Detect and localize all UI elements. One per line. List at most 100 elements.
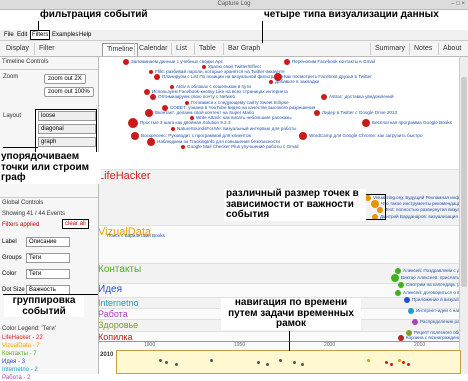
event-label[interactable]: WordCamp для Google Chrome: как загрузит… [309,133,423,138]
event-dot[interactable] [128,118,138,128]
menu-edit[interactable]: Edit [17,30,27,40]
event-dot[interactable] [150,94,156,100]
layout-option-graph[interactable]: graph [38,137,96,147]
event-dot[interactable] [145,109,153,117]
event-label[interactable]: Корзина с вознаграждением [406,335,459,340]
menu-file[interactable]: File [4,30,14,40]
clear-all-button[interactable]: clear all [62,219,89,229]
nav-year-label: 1950 [234,342,246,348]
window-controls[interactable]: – □ × [451,0,465,9]
event-dot[interactable] [123,59,129,65]
legend-item: Идея - 3 [2,359,26,365]
event-label[interactable]: Text: полностью развернутая визуализация [385,207,459,212]
navigator-event-dot [385,361,388,364]
annotation-event-filtering: фильтрация событий [38,9,150,21]
close-button[interactable]: × [461,1,465,7]
maximize-button[interactable]: □ [456,1,460,7]
tab-filter[interactable]: Filter [34,43,59,55]
menu-help[interactable]: Help [79,30,91,40]
color-select[interactable]: Теги [26,269,70,279]
timeline-navigator[interactable] [116,350,461,374]
event-label[interactable]: Бесплатная программа Google Books [372,120,452,125]
divider [0,69,98,70]
event-label[interactable]: Astrac: доставка уведомлений [329,94,394,99]
annotation-dot-size: различный размер точек в зависимости от … [224,188,366,221]
layout-label: Layout [3,113,22,119]
tab-about[interactable]: About [438,43,465,55]
nav-year-scale: 1900 1950 2000 2010 [99,341,459,350]
event-dot[interactable] [144,89,150,95]
event-label[interactable]: Оптимизируем свою почту с Netweb [158,94,235,99]
event-label[interactable]: Переносим Facebook контакты в Gmail [292,59,375,64]
scrollbar-thumb[interactable] [461,77,467,287]
event-label[interactable]: Дмитрий Варданаров: визуализация данных [380,214,459,219]
navigator-event-dot [407,363,410,366]
dot-size-row-label: Dot Size [2,287,25,293]
navigator-event-dot [175,363,178,366]
left-panel: Timeline Controls Zoom zoom out 2X zoom … [0,57,99,381]
layout-option-loose[interactable]: loose [38,111,96,121]
event-dot[interactable] [154,74,160,80]
event-dot[interactable] [284,59,290,65]
event-dot[interactable] [398,282,404,288]
navigator-event-dot [293,361,296,364]
event-dot[interactable] [269,80,273,84]
menu-examples[interactable]: Examples [52,30,78,40]
navigator-event-dot [266,363,269,366]
vertical-scrollbar[interactable] [459,57,468,374]
tab-timeline[interactable]: Timeline [102,43,139,56]
zoom-reset-button[interactable]: zoom out 100% [44,87,94,97]
event-label[interactable]: Интернет-идеи с навигации [416,308,459,313]
annotation-navigation: навигация по времени путем задачи времен… [221,297,361,330]
event-label[interactable]: Распределение работы [420,319,459,324]
event-dot[interactable] [362,119,370,127]
event-dot[interactable] [147,138,155,146]
group-label: Идея [99,284,122,295]
event-label[interactable]: Приложение в визуализации [412,297,459,302]
event-dot[interactable] [299,132,307,140]
event-dot[interactable] [391,274,399,282]
annotation-line [38,20,39,31]
tab-list[interactable]: List [171,43,191,55]
tab-summary[interactable]: Summary [370,43,409,55]
event-label[interactable]: Google Mail Checker Plus улучшение работ… [187,144,299,149]
group-band [99,225,459,264]
menu-filters[interactable]: Filters [30,30,51,40]
event-dot[interactable] [395,290,401,296]
event-label[interactable]: Воскресенс: Руководит с программой для к… [141,133,251,138]
event-label[interactable]: Алексей: договориться о встрече [403,290,459,295]
event-label[interactable]: Добавьте в закладки [275,79,319,84]
event-dot[interactable] [412,319,418,325]
event-label[interactable]: Смотрим на календарь (Лиза Скворцова) [406,282,459,287]
event-label[interactable]: Виктор Алексеев: прислать документы [401,275,459,280]
event-label[interactable]: Простые 3 шага как двойная Solution 9.2.… [140,120,231,125]
tab-bar-graph[interactable]: Bar Graph [223,43,264,55]
event-dot[interactable] [408,308,414,314]
tab-notes[interactable]: Notes [409,43,436,55]
event-label[interactable]: Что такое инструменты рекомендации [381,201,459,206]
navigator-event-dot [165,361,168,364]
event-dot[interactable] [314,110,320,116]
event-label[interactable]: Планируем с List По позиции на визуально… [162,74,284,79]
groups-select[interactable]: Теги [26,253,70,263]
event-label[interactable]: Лидер в Twitter с Google Drive 2013 [322,110,397,115]
tab-table[interactable]: Table [194,43,220,55]
layout-option-diagonal[interactable]: diagonal [38,124,96,134]
event-label[interactable]: NatureSoundsFor.Me: визуальный интервью … [177,126,296,131]
label-row-label: Label [2,239,17,245]
tab-display[interactable]: Display [2,43,33,55]
event-label[interactable]: Поиск с Вариантами Books [107,233,165,238]
tab-calendar[interactable]: Calendar [134,43,171,55]
event-dot[interactable] [395,268,401,274]
event-dot[interactable] [171,127,175,131]
zoom-out-button[interactable]: zoom out 2X [44,74,86,84]
nav-year-label: 1900 [144,342,156,348]
label-select[interactable]: Описание [26,237,70,247]
event-dot[interactable] [321,94,327,100]
event-label[interactable]: Алексей: Поздравляем с днём рождения [403,268,459,273]
minimize-button[interactable]: – [451,1,454,7]
event-dot[interactable] [404,297,410,303]
event-dot[interactable] [149,70,153,74]
event-dot[interactable] [181,145,185,149]
event-dot[interactable] [131,132,139,140]
